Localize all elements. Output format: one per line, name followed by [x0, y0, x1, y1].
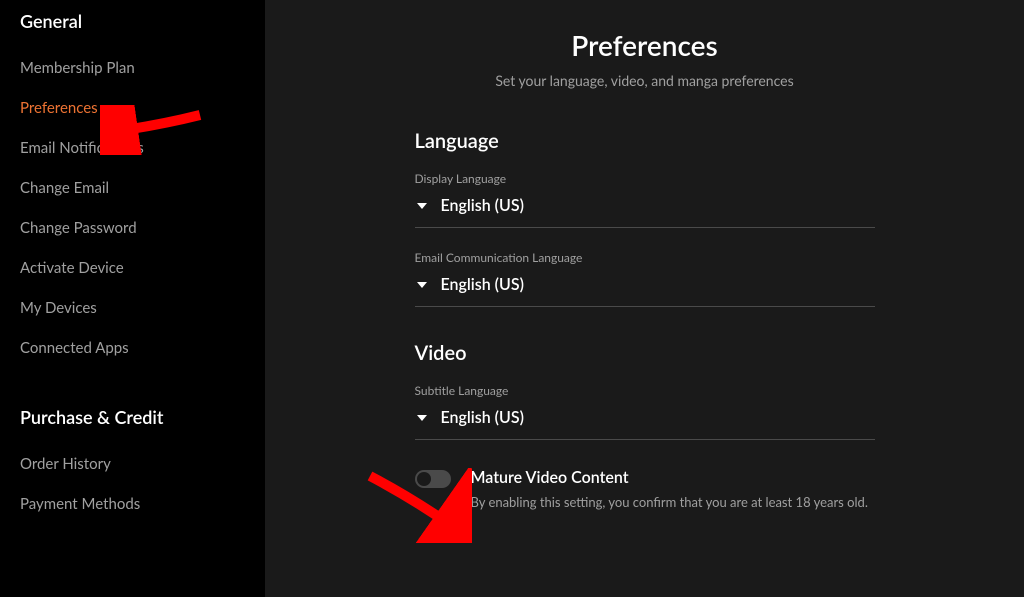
page-title: Preferences — [361, 28, 928, 62]
mature-content-title: Mature Video Content — [471, 468, 868, 487]
sidebar-section-general: General — [20, 10, 245, 32]
sidebar-item-preferences[interactable]: Preferences — [20, 88, 245, 128]
display-language-label: Display Language — [415, 171, 875, 186]
mature-content-toggle[interactable] — [415, 470, 451, 488]
sidebar-item-membership-plan[interactable]: Membership Plan — [20, 48, 245, 88]
sidebar-item-change-password[interactable]: Change Password — [20, 208, 245, 248]
main-content: Preferences Set your language, video, an… — [265, 0, 1024, 597]
toggle-knob — [417, 472, 431, 486]
mature-content-row: Mature Video Content By enabling this se… — [415, 468, 875, 511]
sidebar-item-my-devices[interactable]: My Devices — [20, 288, 245, 328]
sidebar-item-payment-methods[interactable]: Payment Methods — [20, 484, 245, 524]
subtitle-language-value: English (US) — [441, 408, 524, 427]
section-header-video: Video — [415, 341, 875, 365]
sidebar-item-email-notifications[interactable]: Email Notifications — [20, 128, 245, 168]
subtitle-language-dropdown[interactable]: English (US) — [415, 404, 875, 440]
sidebar: General Membership Plan Preferences Emai… — [0, 0, 265, 597]
display-language-value: English (US) — [441, 196, 524, 215]
sidebar-item-order-history[interactable]: Order History — [20, 444, 245, 484]
sidebar-section-purchase: Purchase & Credit — [20, 406, 245, 428]
page-subtitle: Set your language, video, and manga pref… — [361, 72, 928, 89]
sidebar-item-activate-device[interactable]: Activate Device — [20, 248, 245, 288]
chevron-down-icon — [417, 415, 427, 421]
display-language-dropdown[interactable]: English (US) — [415, 192, 875, 228]
chevron-down-icon — [417, 203, 427, 209]
mature-content-description: By enabling this setting, you confirm th… — [471, 493, 868, 511]
section-header-language: Language — [415, 129, 875, 153]
sidebar-item-change-email[interactable]: Change Email — [20, 168, 245, 208]
email-language-label: Email Communication Language — [415, 250, 875, 265]
email-language-dropdown[interactable]: English (US) — [415, 271, 875, 307]
email-language-value: English (US) — [441, 275, 524, 294]
chevron-down-icon — [417, 282, 427, 288]
sidebar-item-connected-apps[interactable]: Connected Apps — [20, 328, 245, 368]
subtitle-language-label: Subtitle Language — [415, 383, 875, 398]
